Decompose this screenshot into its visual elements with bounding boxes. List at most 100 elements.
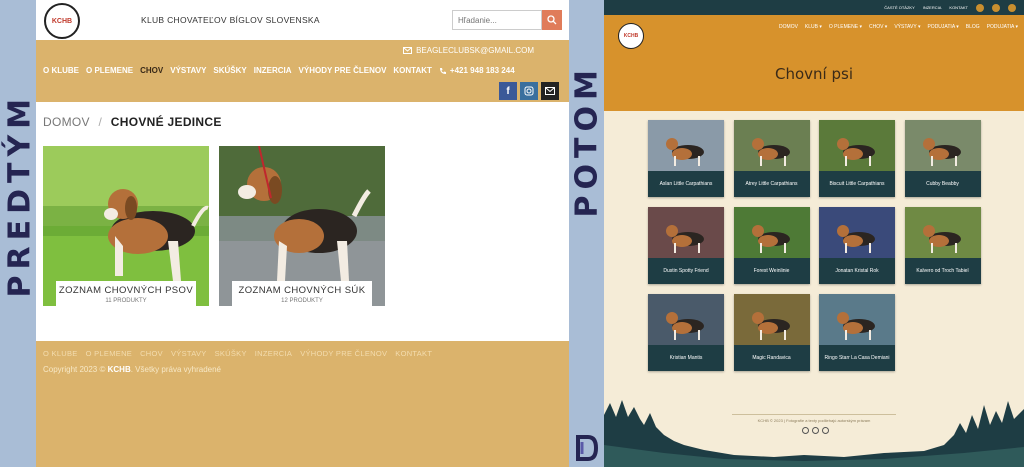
dog-card[interactable]: Jonatan Kristal Rok <box>819 207 895 284</box>
category-card-females[interactable]: ZOZNAM CHOVNÝCH SÚK 12 PRODUKTY <box>219 146 385 306</box>
menu-item-o-plemene[interactable]: O PLEMENE <box>86 66 133 75</box>
footer-copyright: KCHB © 2023 | Fotografie a texty podlieh… <box>757 418 871 423</box>
dog-photo <box>648 120 724 171</box>
menu-item-podujatia[interactable]: PODUJATIA ▾ <box>927 24 958 30</box>
menu-item-domov[interactable]: DOMOV <box>779 24 798 30</box>
category-count: 11 PRODUKTY <box>105 298 147 304</box>
phone-link[interactable]: +421 948 183 244 <box>439 66 515 75</box>
footer-link-chov[interactable]: CHOV <box>140 349 163 358</box>
mail-icon <box>403 47 413 54</box>
after-footer: KCHB © 2023 | Fotografie a texty podlieh… <box>604 395 1024 467</box>
dog-photo <box>819 120 895 171</box>
dog-card[interactable]: Atrey Little Carpathians <box>733 120 810 197</box>
category-title: ZOZNAM CHOVNÝCH PSOV <box>58 285 194 296</box>
dog-card[interactable]: Kalvero od Troch Tabiel <box>904 207 981 284</box>
search-button[interactable] <box>542 10 562 30</box>
copyright-suffix: . Všetky práva vyhradené <box>130 365 221 374</box>
footer-link-o-klube[interactable]: O KLUBE <box>43 349 78 358</box>
before-label: PREDTÝM <box>2 92 38 298</box>
after-label: POTOM <box>569 64 605 218</box>
breadcrumb-home[interactable]: DOMOV <box>43 115 90 129</box>
breadcrumb-separator: / <box>98 115 103 129</box>
dog-card[interactable]: Biscuit Little Carpathians <box>819 120 895 197</box>
club-name: KLUB CHOVATEĽOV BÍGLOV SLOVENSKA <box>141 15 320 25</box>
dog-photo <box>819 294 895 345</box>
footer-link-vystavy[interactable]: VÝSTAVY <box>171 349 207 358</box>
dog-name: Dustin Spotty Friend <box>663 268 709 274</box>
phone-text: +421 948 183 244 <box>449 66 515 75</box>
footer-link-vyhody[interactable]: VÝHODY PRE ČLENOV <box>300 349 387 358</box>
email-text: BEAGLECLUBSK@GMAIL.COM <box>416 46 534 55</box>
club-logo[interactable]: KCHB <box>44 3 80 39</box>
dog-card[interactable]: Aslan Little Carpathians <box>648 120 724 197</box>
menu-item-chov[interactable]: CHOV ▾ <box>869 24 887 30</box>
topbar-faq[interactable]: ČASTÉ OTÁZKY <box>884 5 914 10</box>
footer-link-o-plemene[interactable]: O PLEMENE <box>86 349 132 358</box>
category-card-dogs[interactable]: ZOZNAM CHOVNÝCH PSOV 11 PRODUKTY <box>43 146 209 306</box>
search-input[interactable] <box>452 10 542 30</box>
phone-icon <box>439 67 446 74</box>
dog-photo <box>733 207 810 258</box>
email-icon[interactable] <box>822 427 829 434</box>
topbar-inzercia[interactable]: INZERCIA <box>923 5 942 10</box>
dog-name: Aslan Little Carpathians <box>659 181 713 187</box>
dog-name: Kalvero od Troch Tabiel <box>916 268 969 274</box>
main-menu: DOMOV KLUB ▾ O PLEMENE ▾ CHOV ▾ VÝSTAVY … <box>779 24 1018 30</box>
email-link[interactable]: BEAGLECLUBSK@GMAIL.COM <box>403 46 534 55</box>
footer-social <box>802 427 829 434</box>
facebook-icon[interactable]: f <box>499 82 517 100</box>
menu-item-chov[interactable]: CHOV <box>140 66 163 75</box>
menu-item-podujatia-2[interactable]: PODUJATIA ▾ <box>987 24 1018 30</box>
copyright-brand[interactable]: KCHB <box>108 365 131 374</box>
menu-item-kontakt[interactable]: KONTAKT <box>393 66 432 75</box>
email-share-icon[interactable] <box>541 82 559 100</box>
menu-item-o-plemene[interactable]: O PLEMENE ▾ <box>829 24 862 30</box>
before-footer: O KLUBE O PLEMENE CHOV VÝSTAVY SKÚŠKY IN… <box>36 341 569 467</box>
after-screenshot: ČASTÉ OTÁZKY INZERCIA KONTAKT KCHB DOMOV… <box>604 0 1024 467</box>
dog-card[interactable]: Forest Weinlinie <box>733 207 810 284</box>
facebook-icon[interactable] <box>802 427 809 434</box>
dog-name: Biscuit Little Carpathians <box>829 181 885 187</box>
dog-name: Atrey Little Carpathians <box>745 181 798 187</box>
dog-card[interactable]: Cubby Beabby <box>904 120 981 197</box>
footer-divider <box>732 414 896 415</box>
footer-menu: O KLUBE O PLEMENE CHOV VÝSTAVY SKÚŠKY IN… <box>43 349 432 358</box>
category-label: ZOZNAM CHOVNÝCH PSOV 11 PRODUKTY <box>56 281 196 306</box>
dog-name: Forest Weinlinie <box>753 268 790 274</box>
breadcrumb-current: CHOVNÉ JEDINCE <box>110 115 222 129</box>
instagram-icon[interactable] <box>812 427 819 434</box>
main-menu: O KLUBE O PLEMENE CHOV VÝSTAVY SKÚŠKY IN… <box>43 66 515 75</box>
dog-photo <box>904 120 981 171</box>
logo-text: KCHB <box>623 33 639 39</box>
menu-item-inzercia[interactable]: INZERCIA <box>254 66 292 75</box>
email-icon[interactable] <box>1008 3 1016 12</box>
footer-link-inzercia[interactable]: INZERCIA <box>255 349 292 358</box>
category-title: ZOZNAM CHOVNÝCH SÚK <box>238 285 366 296</box>
topbar-kontakt[interactable]: KONTAKT <box>949 5 968 10</box>
page-title: Chovní psi <box>775 65 853 83</box>
menu-item-o-klube[interactable]: O KLUBE <box>43 66 79 75</box>
footer-link-skusky[interactable]: SKÚŠKY <box>215 349 247 358</box>
before-screenshot: KCHB KLUB CHOVATEĽOV BÍGLOV SLOVENSKA BE… <box>36 0 569 467</box>
menu-item-blog[interactable]: BLOG <box>966 24 980 30</box>
dog-photo <box>733 120 810 171</box>
dog-photo <box>904 207 981 258</box>
club-logo[interactable]: KCHB <box>618 23 644 49</box>
dog-card[interactable]: Magic Randavica <box>733 294 810 371</box>
dog-card[interactable]: Ringo Starr La Casa Demiani <box>819 294 895 371</box>
before-nav: BEAGLECLUBSK@GMAIL.COM O KLUBE O PLEMENE… <box>36 40 569 102</box>
dog-name: Jonatan Kristal Rok <box>835 268 879 274</box>
facebook-icon[interactable] <box>976 3 984 12</box>
menu-item-skusky[interactable]: SKÚŠKY <box>213 66 246 75</box>
dog-card[interactable]: Kristian Mantis <box>648 294 724 371</box>
instagram-icon[interactable] <box>520 82 538 100</box>
menu-item-klub[interactable]: KLUB ▾ <box>805 24 822 30</box>
menu-item-vystavy[interactable]: VÝSTAVY <box>170 66 206 75</box>
menu-item-vyhody[interactable]: VÝHODY PRE ČLENOV <box>299 66 387 75</box>
footer-link-kontakt[interactable]: KONTAKT <box>395 349 432 358</box>
category-label: ZOZNAM CHOVNÝCH SÚK 12 PRODUKTY <box>232 281 372 306</box>
menu-item-vystavy[interactable]: VÝSTAVY ▾ <box>894 24 920 30</box>
dog-card[interactable]: Dustin Spotty Friend <box>648 207 724 284</box>
instagram-icon[interactable] <box>992 3 1000 12</box>
social-links: f <box>499 82 559 100</box>
